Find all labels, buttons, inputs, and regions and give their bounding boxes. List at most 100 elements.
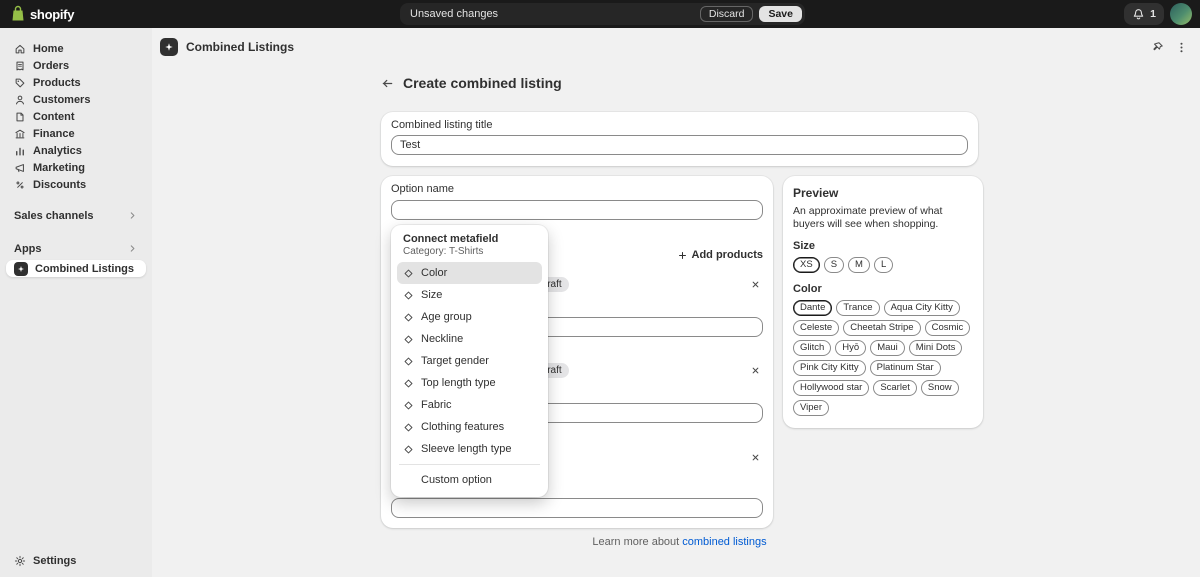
preview-chip: M bbox=[848, 257, 870, 273]
preview-chip: Celeste bbox=[793, 320, 839, 336]
sales-channels-label: Sales channels bbox=[14, 210, 94, 222]
preview-chip: Hyō bbox=[835, 340, 866, 356]
sidebar-item-label: Products bbox=[33, 77, 81, 89]
notifications-button[interactable]: 1 bbox=[1124, 3, 1164, 25]
sidebar-item-label: Marketing bbox=[33, 162, 85, 174]
preview-chip: XS bbox=[793, 257, 820, 273]
shopify-wordmark: shopify bbox=[30, 7, 74, 22]
sidebar-item-content[interactable]: Content bbox=[6, 108, 146, 125]
close-icon bbox=[750, 452, 761, 463]
sidebar-nav-list: Home Orders Products Customers Content F… bbox=[0, 28, 152, 193]
add-products-button[interactable]: Add products bbox=[677, 246, 764, 264]
sidebar-item-combined-listings[interactable]: Combined Listings bbox=[6, 260, 146, 277]
sidebar-item-customers[interactable]: Customers bbox=[6, 91, 146, 108]
sidebar-item-discounts[interactable]: Discounts bbox=[6, 176, 146, 193]
dropdown-item-color[interactable]: Color bbox=[397, 262, 542, 284]
save-bar-actions: Discard Save bbox=[700, 6, 802, 22]
sidebar-item-label: Content bbox=[33, 111, 75, 123]
sidebar-item-home[interactable]: Home bbox=[6, 40, 146, 57]
preview-chip: Viper bbox=[793, 400, 829, 416]
preview-chip: Aqua City Kitty bbox=[884, 300, 960, 316]
app-header-left: Combined Listings bbox=[160, 38, 294, 56]
dropdown-item-fabric[interactable]: Fabric bbox=[397, 394, 542, 416]
topbar-right: 1 bbox=[1124, 3, 1192, 25]
discard-button[interactable]: Discard bbox=[700, 6, 754, 22]
dropdown-item-top-length-type[interactable]: Top length type bbox=[397, 372, 542, 394]
remove-product-button[interactable] bbox=[747, 449, 763, 465]
back-button[interactable] bbox=[376, 72, 398, 94]
dropdown-item-clothing-features[interactable]: Clothing features bbox=[397, 416, 542, 438]
preview-chip: S bbox=[824, 257, 844, 273]
app-title: Combined Listings bbox=[186, 40, 294, 54]
app-header: Combined Listings bbox=[160, 34, 1192, 60]
dropdown-divider bbox=[399, 464, 540, 465]
metafield-icon bbox=[403, 290, 414, 301]
shopify-logo[interactable]: shopify bbox=[10, 0, 74, 28]
remove-product-button[interactable] bbox=[747, 276, 763, 292]
preview-chip: Cosmic bbox=[925, 320, 971, 336]
close-icon bbox=[750, 279, 761, 290]
more-actions-button[interactable] bbox=[1170, 36, 1192, 58]
combined-listing-title-card: Combined listing title bbox=[381, 112, 978, 166]
preview-chip: Scarlet bbox=[873, 380, 917, 396]
preview-size-label: Size bbox=[793, 240, 973, 252]
home-icon bbox=[14, 43, 26, 55]
arrow-left-icon bbox=[381, 77, 394, 90]
dropdown-title: Connect metafield bbox=[403, 233, 536, 245]
dropdown-item-neckline[interactable]: Neckline bbox=[397, 328, 542, 350]
sidebar-item-finance[interactable]: Finance bbox=[6, 125, 146, 142]
sidebar-item-analytics[interactable]: Analytics bbox=[6, 142, 146, 159]
avatar[interactable] bbox=[1170, 3, 1192, 25]
dropdown-subtitle: Category: T-Shirts bbox=[403, 246, 536, 257]
preview-card: Preview An approximate preview of what b… bbox=[783, 176, 983, 428]
sidebar-header-sales-channels[interactable]: Sales channels bbox=[6, 207, 146, 224]
combined-listings-app-icon bbox=[160, 38, 178, 56]
sidebar-header-apps[interactable]: Apps bbox=[6, 240, 146, 257]
remove-product-button[interactable] bbox=[747, 362, 763, 378]
preview-chip: L bbox=[874, 257, 893, 273]
pin-app-button[interactable] bbox=[1146, 36, 1168, 58]
dropdown-item-label: Sleeve length type bbox=[421, 443, 512, 455]
metafield-icon bbox=[403, 356, 414, 367]
topbar: shopify Unsaved changes Discard Save 1 bbox=[0, 0, 1200, 28]
sidebar-item-label: Analytics bbox=[33, 145, 82, 157]
sidebar-item-orders[interactable]: Orders bbox=[6, 57, 146, 74]
gear-icon bbox=[14, 555, 26, 567]
preview-chip: Mini Dots bbox=[909, 340, 963, 356]
dropdown-item-label: Top length type bbox=[421, 377, 496, 389]
finance-icon bbox=[14, 128, 26, 140]
sidebar-item-products[interactable]: Products bbox=[6, 74, 146, 91]
combined-listings-link[interactable]: combined listings bbox=[682, 536, 766, 548]
option-name-input[interactable] bbox=[391, 200, 763, 220]
save-button[interactable]: Save bbox=[759, 6, 802, 22]
option-value-input[interactable] bbox=[391, 498, 763, 518]
orders-icon bbox=[14, 60, 26, 72]
sidebar-item-settings[interactable]: Settings bbox=[6, 552, 146, 569]
add-products-label: Add products bbox=[692, 249, 764, 261]
dropdown-item-age-group[interactable]: Age group bbox=[397, 306, 542, 328]
dropdown-item-custom-option[interactable]: Custom option bbox=[397, 469, 542, 491]
content-icon bbox=[14, 111, 26, 123]
discounts-icon bbox=[14, 179, 26, 191]
sidebar-item-label: Home bbox=[33, 43, 64, 55]
plus-icon bbox=[677, 250, 688, 261]
metafield-icon bbox=[403, 334, 414, 345]
metafield-icon bbox=[403, 400, 414, 411]
sidebar-item-label: Settings bbox=[33, 555, 76, 567]
preview-chip: Platinum Star bbox=[870, 360, 941, 376]
combined-listing-title-input[interactable] bbox=[391, 135, 968, 155]
unsaved-changes-text: Unsaved changes bbox=[410, 8, 498, 20]
dropdown-item-sleeve-length-type[interactable]: Sleeve length type bbox=[397, 438, 542, 460]
footer-text: Learn more about bbox=[592, 536, 679, 548]
metafield-icon bbox=[403, 422, 414, 433]
analytics-icon bbox=[14, 145, 26, 157]
sidebar-item-marketing[interactable]: Marketing bbox=[6, 159, 146, 176]
metafield-icon bbox=[403, 268, 414, 279]
marketing-icon bbox=[14, 162, 26, 174]
sidebar-item-label: Customers bbox=[33, 94, 90, 106]
preview-chip: Dante bbox=[793, 300, 832, 316]
dropdown-item-size[interactable]: Size bbox=[397, 284, 542, 306]
dropdown-item-label: Size bbox=[421, 289, 442, 301]
dropdown-item-target-gender[interactable]: Target gender bbox=[397, 350, 542, 372]
preview-chip: Pink City Kitty bbox=[793, 360, 866, 376]
